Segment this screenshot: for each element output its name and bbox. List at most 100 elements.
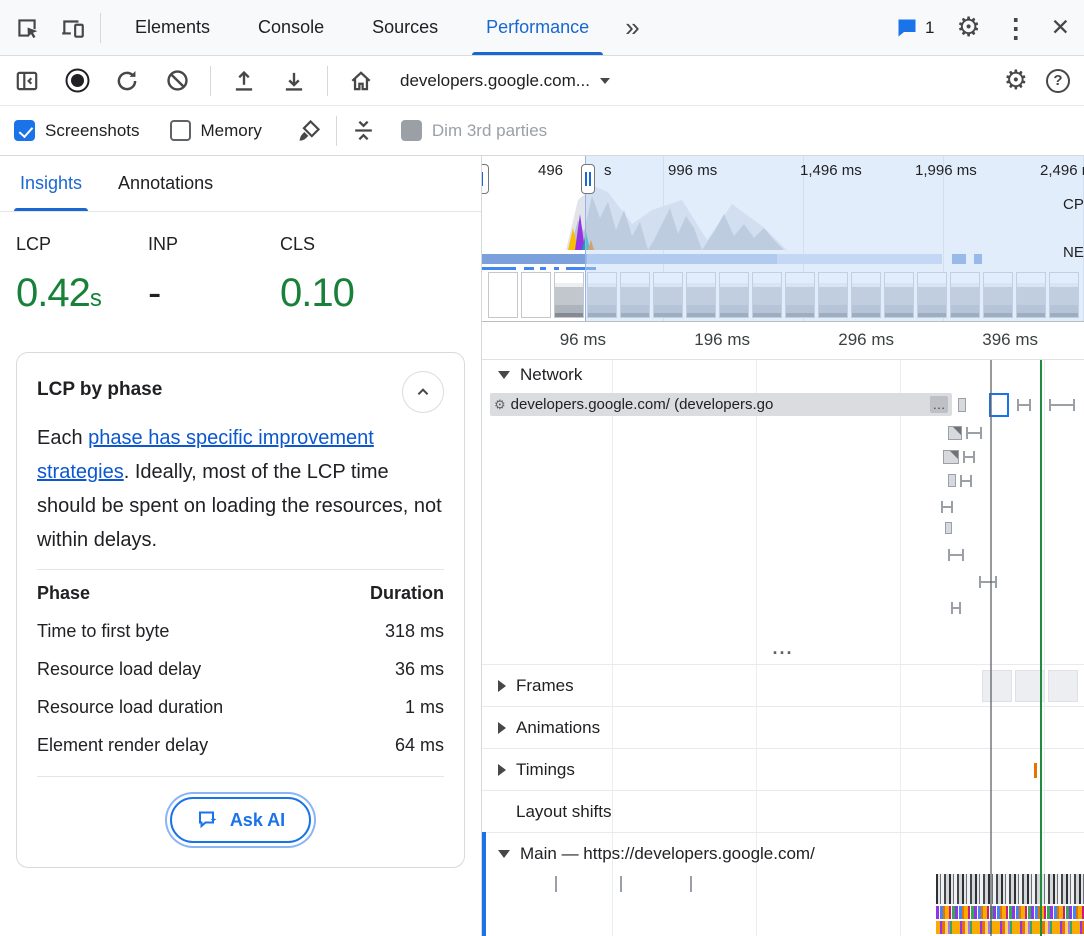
request-url: developers.google.com/ (developers.go (511, 396, 930, 413)
window-right-handle[interactable] (581, 164, 595, 194)
lcp-marker-line (1040, 360, 1042, 936)
collapse-triangle-icon (498, 850, 510, 858)
memory-checkbox[interactable] (170, 120, 191, 141)
home-icon[interactable] (344, 64, 378, 98)
metric-lcp: LCP 0.42s (16, 234, 148, 316)
tab-label: Performance (486, 17, 589, 38)
divider (100, 13, 101, 43)
memory-label: Memory (201, 121, 262, 141)
timeline-tracks: Network developers.google.com/ (develope… (482, 360, 1084, 936)
metric-value: 0.10 (280, 271, 412, 316)
network-overflow-indicator[interactable]: ... (482, 642, 1084, 664)
metric-label: LCP (16, 234, 148, 255)
selected-request-outline (989, 393, 1009, 417)
network-request-bar[interactable]: developers.google.com/ (developers.go … (490, 393, 952, 416)
tab-sources[interactable]: Sources (348, 0, 462, 55)
net-lane-label: NET (1063, 244, 1084, 261)
network-whisker (951, 602, 961, 614)
dim-third-parties-option[interactable]: Dim 3rd parties (401, 120, 547, 141)
collect-garbage-brush-icon[interactable] (292, 114, 326, 148)
upload-profile-icon[interactable] (227, 64, 261, 98)
expand-triangle-icon (498, 764, 506, 776)
request-truncation: … (930, 396, 948, 413)
track-timings[interactable]: Timings (482, 748, 1084, 790)
frame-thumbnail (982, 670, 1012, 702)
record-button[interactable] (60, 64, 94, 98)
page-selector[interactable]: developers.google.com... (394, 67, 616, 95)
window-left-handle[interactable] (482, 164, 489, 194)
screenshots-option[interactable]: Screenshots (14, 120, 140, 141)
ask-ai-label: Ask AI (230, 810, 285, 831)
track-frames[interactable]: Frames (482, 664, 1084, 706)
close-icon[interactable] (1051, 16, 1070, 39)
table-row: Element render delay64 ms (37, 726, 444, 764)
overview-tick: s (604, 162, 612, 179)
tab-annotations[interactable]: Annotations (100, 156, 231, 211)
table-row: Time to first byte318 ms (37, 612, 444, 650)
capture-options-bar: Screenshots Memory Dim 3rd parties (0, 106, 1084, 156)
screenshot-thumbnail[interactable] (521, 272, 551, 318)
overflow-dots: ... (772, 642, 793, 654)
overview-dim-overlay (585, 156, 1084, 321)
reload-and-record-button[interactable] (110, 64, 144, 98)
network-whisker (960, 475, 972, 487)
record-icon (71, 74, 84, 87)
ask-ai-button[interactable]: Ask AI (170, 797, 311, 843)
track-animations[interactable]: Animations (482, 706, 1084, 748)
core-web-vitals: LCP 0.42s INP - CLS 0.10 (0, 212, 481, 326)
track-network[interactable]: Network (482, 360, 1084, 390)
clear-recording-button[interactable] (160, 64, 194, 98)
dim-third-parties-label: Dim 3rd parties (432, 121, 547, 141)
settings-gear-icon[interactable] (957, 14, 981, 41)
devtools-window: Elements Console Sources Performance 1 (0, 0, 1084, 936)
ruler-tick: 396 ms (968, 330, 1038, 350)
expand-triangle-icon (498, 722, 506, 734)
main-flame-chart[interactable] (482, 874, 1084, 936)
phase-table-header: PhaseDuration (37, 574, 444, 612)
inspect-element-icon[interactable] (10, 11, 44, 45)
more-tabs-icon[interactable] (613, 0, 651, 55)
timeline-overview[interactable]: 496 s 996 ms 1,496 ms 1,996 ms 2,496 ms … (482, 156, 1084, 322)
card-title: LCP by phase (37, 371, 162, 401)
track-main[interactable]: Main — https://developers.google.com/ (482, 832, 1084, 874)
metric-inp: INP - (148, 234, 280, 316)
network-whisker (963, 451, 975, 463)
toggle-sidebar-icon[interactable] (10, 64, 44, 98)
network-waterfall[interactable] (482, 420, 1084, 642)
track-layout-shifts[interactable]: Layout shifts (482, 790, 1084, 832)
tab-insights[interactable]: Insights (2, 156, 100, 211)
download-profile-icon[interactable] (277, 64, 311, 98)
dim-third-parties-checkbox[interactable] (401, 120, 422, 141)
memory-option[interactable]: Memory (170, 120, 262, 141)
overview-tick: 496 (538, 162, 563, 179)
capture-settings-gear-icon[interactable] (1004, 67, 1028, 94)
metric-value: - (148, 271, 280, 316)
device-toolbar-icon[interactable] (56, 11, 90, 45)
tab-performance[interactable]: Performance (462, 0, 613, 55)
menu-dots-icon[interactable] (1003, 15, 1029, 41)
screenshot-thumbnail[interactable] (554, 272, 584, 318)
console-messages-button[interactable]: 1 (895, 16, 934, 40)
tab-label: Sources (372, 17, 438, 38)
collapse-card-button[interactable] (402, 371, 444, 413)
ruler-tick: 296 ms (824, 330, 894, 350)
tab-console[interactable]: Console (234, 0, 348, 55)
network-request-row[interactable]: developers.google.com/ (developers.go … (482, 390, 1084, 420)
collapse-tracks-icon[interactable] (347, 114, 381, 148)
help-icon[interactable] (1046, 69, 1070, 93)
sidebar-tabs: Insights Annotations (0, 156, 481, 212)
message-bubble-icon (895, 16, 919, 40)
flame-chart-tasks (936, 874, 1084, 904)
timing-mark (1034, 763, 1037, 778)
tab-elements[interactable]: Elements (111, 0, 234, 55)
screenshot-thumbnail[interactable] (488, 272, 518, 318)
overview-tick: 1,996 ms (915, 162, 977, 179)
table-row: Resource load delay36 ms (37, 650, 444, 688)
card-description: Each phase has specific improvement stra… (37, 421, 444, 557)
page-selector-value: developers.google.com... (400, 71, 590, 91)
screenshots-checkbox[interactable] (14, 120, 35, 141)
lcp-by-phase-card: LCP by phase Each phase has specific imp… (16, 352, 465, 868)
task-tick (620, 876, 622, 892)
network-whisker (941, 501, 953, 513)
divider (336, 116, 337, 146)
